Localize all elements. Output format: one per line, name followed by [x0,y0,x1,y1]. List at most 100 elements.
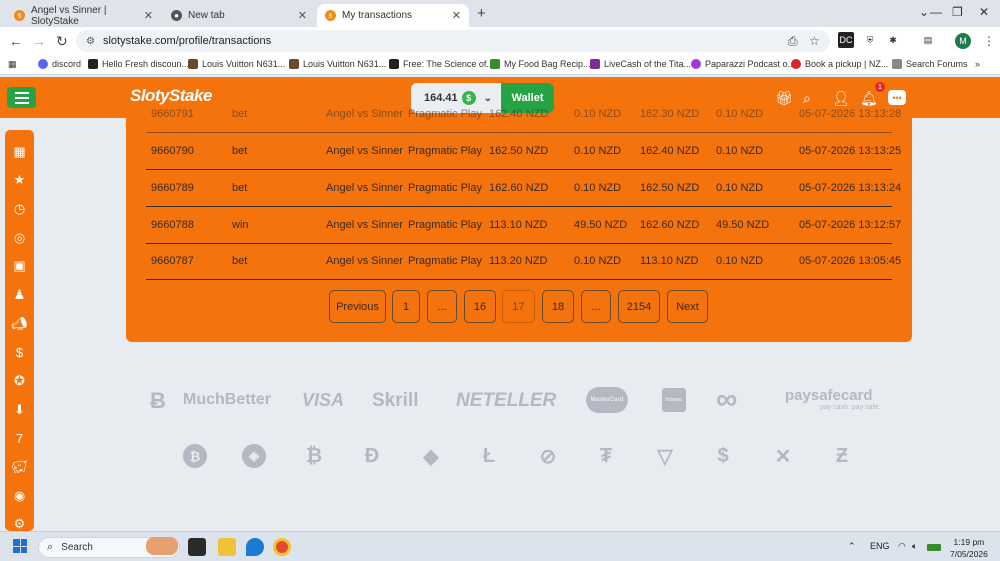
battery-icon[interactable] [927,544,941,551]
neteller-logo: NETELLER [456,390,557,411]
bookmark-hello-fresh[interactable]: Hello Fresh discoun... [88,59,189,69]
previous-page-button[interactable]: Previous [329,290,386,323]
site-info-icon[interactable]: ⚙ [86,36,95,47]
close-tab-icon[interactable]: ✕ [144,9,153,22]
bitcoin-circle-icon: ₿ [183,444,207,468]
bookmark-louis-vuitton-2[interactable]: Louis Vuitton N631... [289,59,386,69]
map-icon[interactable]: ▣ [5,258,34,274]
tx-type: bet [232,255,248,267]
star-badge-icon[interactable]: ✪ [5,373,34,389]
back-arrow-icon[interactable]: ← [9,33,23,49]
page-2154-button[interactable]: 2154 [618,290,660,323]
tx-provider: Pragmatic Play [408,182,482,194]
extensions-puzzle-icon[interactable]: ✱ [885,32,901,48]
chrome-favicon: ● [171,10,182,21]
widgets-icon[interactable] [146,537,178,555]
address-bar[interactable]: ⚙ slotystake.com/profile/transactions [76,30,830,52]
megaphone-icon[interactable]: 📣︎ [5,316,34,332]
bookmark-my-food-bag[interactable]: My Food Bag Recip... [490,59,591,69]
star-icon[interactable]: ★ [5,172,34,188]
browser-menu-icon[interactable]: ⋮ [983,34,995,48]
calendar-icon[interactable]: ▦ [5,144,34,160]
page-16-button[interactable]: 16 [464,290,496,323]
reading-list-icon[interactable]: ▤ [920,32,936,48]
settings-icon[interactable]: ⚙ [5,516,34,532]
apps-grid-icon[interactable]: ▦ [8,59,17,70]
profile-avatar[interactable]: M [955,33,971,49]
podcast-icon [691,59,701,69]
dollar-circle-icon[interactable]: $ [5,345,34,360]
chrome-taskbar-icon[interactable] [273,538,291,556]
tron-icon: ▽ [657,445,673,468]
more-bookmarks-icon[interactable]: » [975,59,980,69]
extension-shield-icon[interactable]: ⛨ [862,32,878,48]
browser-tab-new-tab[interactable]: ● New tab ✕ [163,4,315,27]
slotystake-favicon: s [14,10,25,21]
forum-icon [892,59,902,69]
next-page-button[interactable]: Next [667,290,708,323]
tx-type: bet [232,145,248,157]
visa-logo: VISA [302,390,345,410]
minimize-icon[interactable]: — [930,5,942,19]
extension-dc-icon[interactable]: DC [838,32,854,48]
hamburger-menu-button[interactable] [7,87,36,108]
restore-icon[interactable]: ❐ [952,5,963,19]
page-17-current[interactable]: 17 [502,290,535,323]
tray-chevron-icon[interactable]: ⌃ [848,541,856,552]
download-icon[interactable]: ⬇ [5,402,34,418]
pg-icon [590,59,600,69]
taskbar-clock[interactable]: 1:19 pm 7/05/2026 [950,536,988,560]
tx-game: Angel vs Sinner [326,145,404,157]
bookmark-discord[interactable]: discord [38,59,81,69]
file-explorer-icon[interactable] [218,538,236,556]
bookmark-louis-vuitton-1[interactable]: Louis Vuitton N631... [188,59,285,69]
shop-icon [188,59,198,69]
browser-tab-my-transactions[interactable]: s My transactions ✕ [317,4,469,27]
close-tab-icon[interactable]: ✕ [452,9,461,22]
zcash-icon: Ƶ [835,444,849,467]
bookmark-paparazzi[interactable]: Paparazzi Podcast o... [691,59,795,69]
page-1-button[interactable]: 1 [392,290,420,323]
tx-real: 0.10 NZD [716,145,764,157]
tx-balance-after: 162.60 NZD [640,219,700,231]
page-18-button[interactable]: 18 [542,290,574,323]
bookmark-star-icon[interactable]: ☆ [809,34,820,48]
droplet-app-icon[interactable] [246,538,264,556]
bookmark-search-forums[interactable]: Search Forums [892,59,968,69]
target-icon[interactable]: ◎ [5,230,34,246]
slotystake-favicon: s [325,10,336,21]
url-text: slotystake.com/profile/transactions [102,35,272,47]
stellar-icon: ⊘ [539,445,557,468]
tx-game: Angel vs Sinner [326,255,404,267]
number-seven-icon[interactable]: 7 [5,431,34,446]
close-window-icon[interactable]: ✕ [979,5,989,19]
volume-icon[interactable]: 🔈︎ [912,541,917,552]
bookmark-science[interactable]: Free: The Science of... [389,59,494,69]
bookmark-book-pickup[interactable]: Book a pickup | NZ... [791,59,888,69]
tx-provider: Pragmatic Play [408,145,482,157]
tx-real: 49.50 NZD [716,219,770,231]
tab-search-chevron-icon[interactable]: ⌄ [919,5,929,19]
wifi-icon[interactable]: ◠ [898,541,906,552]
install-app-icon[interactable]: ⎙ [788,34,798,49]
windows-start-icon[interactable] [13,539,27,553]
task-view-icon[interactable] [188,538,206,556]
tether-icon: ₮ [599,444,613,467]
tx-balance-after: 162.50 NZD [640,182,700,194]
search-icon: ⌕ [47,541,54,553]
browser-tab-angel-vs-sinner[interactable]: s Angel vs Sinner | SlotyStake ✕ [6,4,161,27]
forward-arrow-icon[interactable]: → [32,33,46,49]
bookmark-livecash[interactable]: LiveCash of the Tita... [590,59,691,69]
history-icon[interactable]: ◷ [5,201,34,217]
piggy-bank-icon[interactable]: 🐖︎ [5,459,34,475]
tx-amount: 0.10 NZD [574,255,622,267]
new-tab-plus-icon[interactable]: + [477,5,486,22]
close-tab-icon[interactable]: ✕ [298,9,307,22]
language-indicator[interactable]: ENG [870,541,890,551]
chess-pawn-icon[interactable]: ♟ [5,287,34,303]
binance-coin-icon: ◈ [242,444,266,468]
skrill-logo: Skrill [372,390,419,411]
tx-type: bet [232,182,248,194]
reload-icon[interactable]: ↻ [56,33,68,50]
support-icon[interactable]: ◉ [5,488,34,504]
